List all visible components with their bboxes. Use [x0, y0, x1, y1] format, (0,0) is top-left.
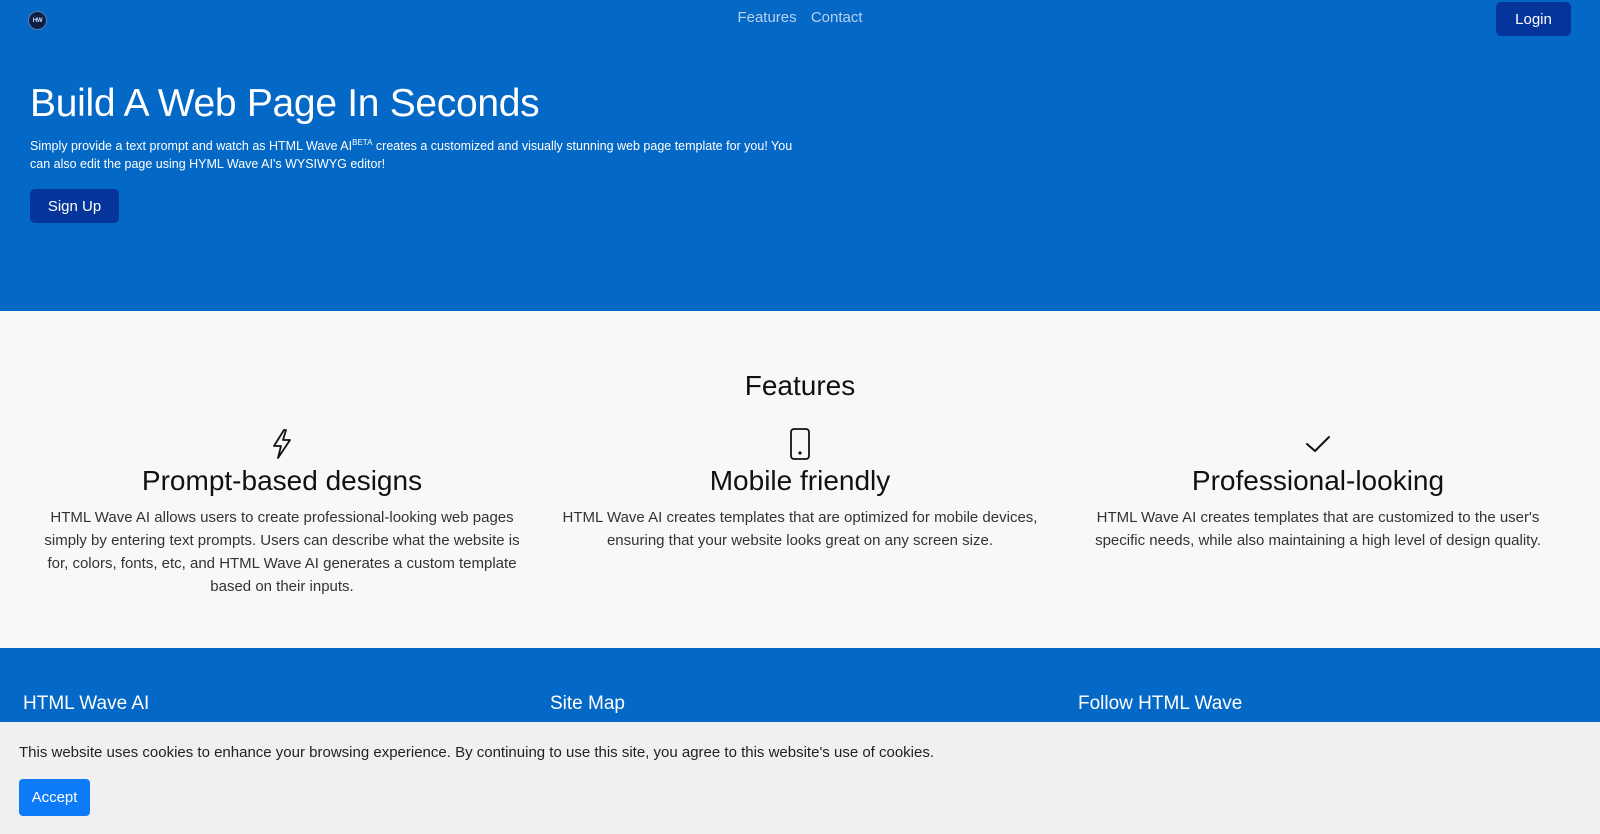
hero-title: Build A Web Page In Seconds	[30, 82, 540, 125]
sign-up-button[interactable]: Sign Up	[30, 189, 119, 223]
cookie-message: This website uses cookies to enhance you…	[19, 744, 935, 761]
feature-prompt-based: Prompt-based designs HTML Wave AI allows…	[30, 427, 534, 598]
hero-description: Simply provide a text prompt and watch a…	[30, 137, 800, 173]
feature-title: Professional-looking	[1191, 465, 1445, 496]
navbar: HW Features Contact Login	[0, 0, 1600, 40]
accept-cookies-button[interactable]: Accept	[19, 779, 90, 816]
hero-section: Build A Web Page In Seconds Simply provi…	[0, 40, 1600, 311]
footer-heading-follow: Follow HTML Wave	[1078, 693, 1243, 714]
beta-badge: BETA	[352, 137, 373, 147]
feature-professional-looking: Professional-looking HTML Wave AI create…	[1066, 427, 1570, 552]
features-section: Features Prompt-based designs HTML Wave …	[0, 311, 1600, 648]
hero-description-start: Simply provide a text prompt and watch a…	[30, 139, 353, 153]
check-icon	[1066, 427, 1570, 461]
feature-text: HTML Wave AI creates templates that are …	[1095, 509, 1541, 549]
footer-heading-brand: HTML Wave AI	[23, 693, 150, 714]
lightning-icon	[30, 427, 534, 461]
feature-text: HTML Wave AI creates templates that are …	[562, 509, 1038, 549]
features-title: Features	[744, 370, 856, 401]
feature-text: HTML Wave AI allows users to create prof…	[44, 509, 520, 595]
feature-mobile-friendly: Mobile friendly HTML Wave AI creates tem…	[548, 427, 1052, 552]
nav-links: Features Contact	[0, 9, 1600, 26]
footer-heading-site-map: Site Map	[550, 693, 625, 714]
nav-link-features[interactable]: Features	[737, 9, 796, 26]
phone-icon	[548, 427, 1052, 461]
login-button[interactable]: Login	[1496, 2, 1571, 36]
cookie-banner: This website uses cookies to enhance you…	[0, 722, 1600, 834]
feature-title: Prompt-based designs	[141, 465, 423, 496]
nav-link-contact[interactable]: Contact	[811, 9, 863, 26]
feature-title: Mobile friendly	[709, 465, 891, 496]
